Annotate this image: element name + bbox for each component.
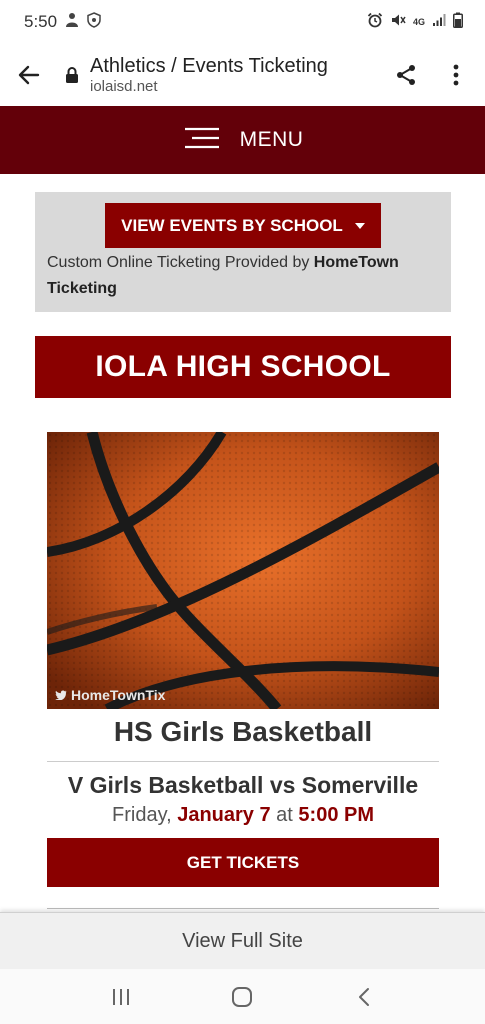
battery-icon: [453, 12, 463, 33]
event-day: Friday,: [112, 804, 172, 826]
status-right: 4G: [367, 12, 463, 33]
home-icon: [232, 986, 253, 1007]
view-events-label: VIEW EVENTS BY SCHOOL: [121, 215, 343, 235]
status-time: 5:50: [24, 12, 58, 31]
view-events-by-school-button[interactable]: VIEW EVENTS BY SCHOOL: [105, 203, 381, 248]
share-button[interactable]: [391, 60, 421, 90]
event-datetime: Friday, January 7 at 5:00 PM: [47, 804, 439, 827]
event-date: January 7: [177, 804, 271, 826]
twitter-bird-icon: [55, 690, 67, 700]
signal-icon: [432, 12, 446, 32]
basketball-image: [47, 432, 439, 709]
back-button[interactable]: [14, 60, 44, 90]
android-navigation-bar: [0, 969, 485, 1024]
more-vertical-icon: [453, 64, 459, 86]
person-icon: [65, 12, 79, 33]
watermark-text: HomeTownTix: [71, 687, 166, 703]
recent-apps-button[interactable]: [101, 977, 141, 1017]
home-button[interactable]: [222, 977, 262, 1017]
browser-domain: iolaisd.net: [90, 78, 158, 95]
back-nav-button[interactable]: [344, 977, 384, 1017]
hamburger-icon: [182, 126, 222, 155]
image-watermark: HomeTownTix: [55, 687, 165, 703]
event-at: at: [276, 804, 293, 826]
school-banner: IOLA HIGH SCHOOL: [35, 336, 451, 398]
shield-icon: [87, 11, 101, 33]
caret-down-icon: [354, 222, 365, 229]
url-block[interactable]: Athletics / Events Ticketing iolaisd.net: [90, 54, 391, 96]
browser-page-title: Athletics / Events Ticketing: [90, 55, 328, 77]
more-options-button[interactable]: [441, 60, 471, 90]
status-bar: 5:50 4G: [0, 0, 485, 44]
back-arrow-icon: [18, 65, 40, 85]
status-left: 5:50: [24, 11, 101, 33]
share-icon: [397, 65, 415, 85]
view-full-site-link[interactable]: View Full Site: [0, 912, 485, 969]
recent-apps-icon: [112, 988, 129, 1005]
mute-icon: [390, 12, 406, 33]
4g-icon: 4G: [412, 16, 425, 27]
event-image[interactable]: HomeTownTix: [47, 432, 439, 709]
provider-text: Custom Online Ticketing Provided by Home…: [47, 250, 447, 302]
site-menu-bar[interactable]: MENU: [0, 106, 485, 174]
get-tickets-button[interactable]: GET TICKETS: [47, 838, 439, 887]
lock-icon: [62, 60, 82, 90]
menu-label: MENU: [239, 128, 304, 151]
browser-address-bar: Athletics / Events Ticketing iolaisd.net: [0, 44, 485, 106]
school-selector-panel: VIEW EVENTS BY SCHOOL Custom Online Tick…: [35, 192, 451, 312]
event-category: HS Girls Basketball: [113, 716, 373, 747]
divider: [47, 908, 439, 909]
provider-prefix: Custom Online Ticketing Provided by: [47, 254, 314, 271]
chevron-left-icon: [359, 987, 370, 1006]
divider: [47, 761, 439, 762]
alarm-icon: [367, 12, 383, 33]
event-time: 5:00 PM: [298, 804, 374, 826]
event-title: V Girls Basketball vs Somerville: [67, 772, 419, 798]
